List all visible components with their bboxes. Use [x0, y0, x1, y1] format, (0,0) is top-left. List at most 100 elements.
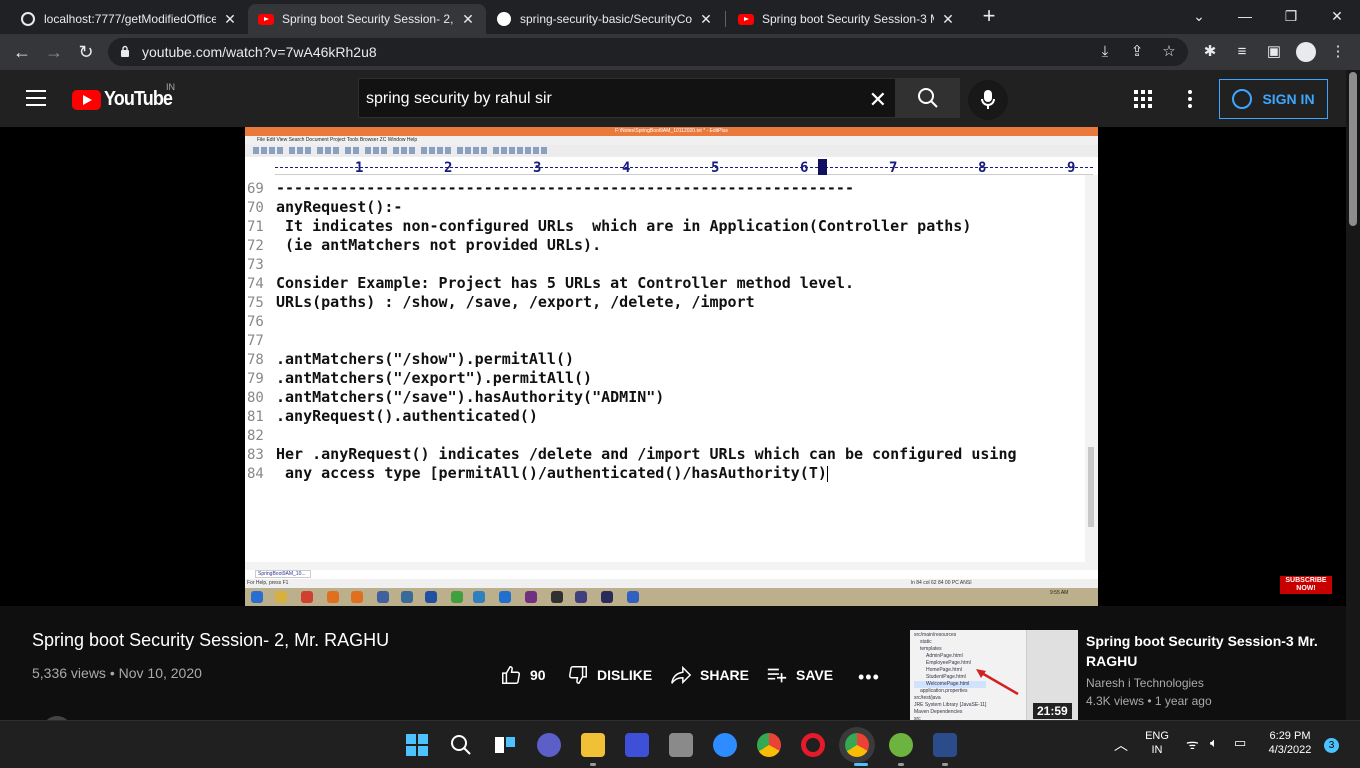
address-bar[interactable]: youtube.com/watch?v=7wA46kRh2u8 ⤓ ⇪ ☆	[108, 38, 1188, 66]
tab-localhost[interactable]: localhost:7777/getModifiedOffice ✕	[10, 4, 248, 34]
tab-session-2[interactable]: Spring boot Security Session- 2, M ✕	[248, 4, 486, 34]
tab-search-icon[interactable]: ⌄	[1176, 0, 1222, 32]
dislike-button[interactable]: DISLIKE	[567, 664, 652, 686]
video-duration-badge: 21:59	[1033, 703, 1072, 719]
wifi-icon[interactable]: ᯤ	[1186, 735, 1199, 754]
clear-search-icon[interactable]: ✕	[869, 87, 887, 113]
volume-icon[interactable]: 🔈︎	[1210, 735, 1218, 751]
zoom-icon[interactable]	[713, 733, 737, 757]
like-button[interactable]: 90	[500, 664, 546, 686]
search-icon	[918, 88, 938, 108]
github-icon	[496, 11, 512, 27]
code-line: 77	[247, 331, 1085, 350]
code-line: 80 .antMatchers("/save").hasAuthority("AD…	[247, 388, 1085, 407]
reload-icon[interactable]: ↻	[74, 40, 98, 64]
sign-in-button[interactable]: SIGN IN	[1219, 79, 1328, 119]
save-button[interactable]: SAVE	[766, 664, 833, 686]
ruler-number: 2	[444, 160, 453, 176]
new-tab-button[interactable]: +	[978, 5, 1000, 28]
line-text: It indicates non-configured URLs which a…	[276, 217, 972, 235]
language-indicator[interactable]: ENG IN	[1140, 730, 1174, 756]
restore-button[interactable]: ❐	[1268, 0, 1314, 32]
share-label: SHARE	[700, 667, 750, 683]
code-line: 71 It indicates non-configured URLs whic…	[247, 217, 1085, 236]
code-line: 82	[247, 426, 1085, 445]
close-window-button[interactable]: ✕	[1314, 0, 1360, 32]
recommended-channel-name[interactable]: Naresh i Technologies	[1086, 676, 1204, 690]
meta-separator: •	[109, 665, 119, 681]
running-indicator	[942, 763, 948, 766]
share-icon[interactable]: ⇪	[1128, 43, 1146, 61]
tree-item: JRE System Library [JavaSE-11]	[914, 702, 987, 708]
dislike-label: DISLIKE	[597, 667, 653, 683]
share-button[interactable]: SHARE	[670, 664, 749, 686]
tree-item: src/test/java	[914, 695, 941, 701]
running-indicator	[590, 763, 596, 766]
notification-badge[interactable]: 3	[1324, 738, 1339, 753]
extensions-icon[interactable]: ✱	[1200, 42, 1220, 62]
youtube-logo[interactable]: YouTube IN	[72, 82, 180, 111]
search-button[interactable]	[896, 78, 960, 118]
search-icon[interactable]	[449, 733, 473, 757]
tree-item: Maven Dependencies	[914, 709, 963, 715]
text-caret	[826, 465, 828, 482]
recommended-video-title[interactable]: Spring boot Security Session-3 Mr. RAGHU	[1086, 631, 1326, 671]
calculator-icon[interactable]	[669, 733, 693, 757]
forward-icon[interactable]: →	[42, 40, 66, 64]
menu-icon[interactable]	[26, 90, 46, 106]
editor-status-position: ln 84 col 62 84 00 PC ANSI	[911, 580, 972, 586]
close-icon[interactable]: ✕	[222, 11, 238, 28]
upload-date: Nov 10, 2020	[118, 665, 202, 681]
tray-chevron-icon[interactable]: ︿	[1114, 735, 1128, 755]
windows-start-icon[interactable]	[405, 733, 429, 757]
lock-icon	[121, 45, 129, 57]
thumbs-up-icon	[502, 666, 520, 684]
side-panel-icon[interactable]: ▣	[1264, 42, 1284, 62]
line-number: 71	[247, 219, 264, 235]
code-line: 78 .antMatchers("/show").permitAll()	[247, 350, 1085, 369]
task-view-icon[interactable]	[493, 733, 517, 757]
active-indicator	[854, 763, 868, 766]
ruler-number: 6	[800, 160, 809, 176]
voice-search-button[interactable]	[968, 80, 1008, 120]
opera-icon[interactable]	[801, 733, 825, 757]
clock[interactable]: 6:29 PM 4/3/2022	[1262, 730, 1318, 756]
battery-icon[interactable]: ▭	[1234, 735, 1246, 751]
spring-tool-suite-icon[interactable]	[889, 733, 913, 757]
chrome-icon[interactable]	[757, 733, 781, 757]
more-actions-icon[interactable]: •••	[858, 667, 880, 688]
close-icon[interactable]: ✕	[460, 11, 476, 28]
line-number: 73	[247, 257, 264, 273]
close-icon[interactable]: ✕	[940, 11, 956, 28]
install-icon[interactable]: ⤓	[1096, 43, 1114, 61]
line-text: (ie antMatchers not provided URLs).	[276, 236, 602, 254]
line-text: ----------------------------------------…	[276, 179, 854, 197]
close-icon[interactable]: ✕	[698, 11, 714, 28]
file-explorer-icon[interactable]	[581, 733, 605, 757]
settings-kebab-icon[interactable]	[1188, 90, 1192, 108]
tab-github[interactable]: spring-security-basic/SecurityCon ✕	[486, 4, 724, 34]
chrome-menu-icon[interactable]: ⋮	[1328, 42, 1348, 62]
code-line: 79 .antMatchers("/export").permitAll()	[247, 369, 1085, 388]
line-text: Consider Example: Project has 5 URLs at …	[276, 274, 854, 292]
ruler-caret-marker	[818, 159, 827, 175]
eclipse-workspace-icon[interactable]	[933, 733, 957, 757]
back-icon[interactable]: ←	[10, 40, 34, 64]
ruler-number: 5	[711, 160, 720, 176]
tab-divider	[725, 11, 726, 27]
chrome-profile-icon[interactable]	[845, 733, 869, 757]
reading-list-icon[interactable]: ≡	[1232, 42, 1252, 62]
tab-session-3[interactable]: Spring boot Security Session-3 M ✕	[728, 4, 966, 34]
bookmark-star-icon[interactable]: ☆	[1160, 43, 1178, 61]
code-line: 83 Her .anyRequest() indicates /delete an…	[247, 445, 1085, 464]
page-scrollbar[interactable]	[1346, 70, 1360, 720]
minimize-button[interactable]: —	[1222, 0, 1268, 32]
line-number: 75	[247, 295, 264, 311]
teams-chat-icon[interactable]	[537, 733, 561, 757]
profile-avatar-icon[interactable]	[1296, 42, 1316, 62]
math-app-icon[interactable]	[625, 733, 649, 757]
ruler-number: 7	[889, 160, 898, 176]
page-scrollbar-thumb[interactable]	[1349, 72, 1357, 226]
search-input[interactable]: spring security by rahul sir ✕	[358, 78, 896, 118]
apps-grid-icon[interactable]	[1134, 90, 1152, 108]
